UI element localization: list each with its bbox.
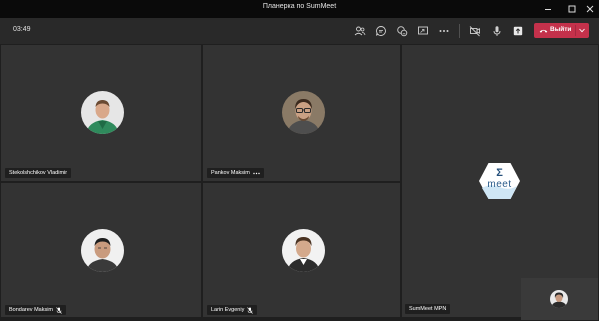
participants-button[interactable] — [353, 24, 367, 38]
share-screen-button[interactable] — [416, 24, 430, 38]
avatar — [282, 229, 325, 272]
self-view-avatar — [550, 290, 568, 308]
title-bar: Планерка по SumMeet — [0, 0, 599, 18]
participant-tile[interactable]: Pankov Maksim — [203, 45, 400, 181]
reactions-icon — [397, 26, 408, 37]
avatar-photo — [282, 229, 325, 272]
avatar-photo — [81, 91, 124, 134]
participant-tile[interactable]: Bondarev Maksim — [1, 183, 201, 317]
participant-name-tag: Larin Evgeniy — [207, 305, 258, 315]
share-screen-icon — [418, 26, 428, 35]
participant-tile[interactable]: Stekolshchikov Vladimir — [1, 45, 201, 181]
minimize-icon — [545, 9, 551, 10]
camera-toggle[interactable] — [468, 24, 482, 38]
reactions-button[interactable] — [395, 24, 409, 38]
logo-wordmark: meet — [487, 179, 512, 190]
window-title: Планерка по SumMeet — [262, 3, 337, 10]
participant-name: Pankov Maksim — [211, 170, 250, 176]
share-content-icon — [513, 26, 523, 36]
logo-symbol: Σ — [496, 167, 503, 179]
avatar-photo — [81, 229, 124, 272]
participants-icon — [354, 26, 366, 36]
avatar — [282, 91, 325, 134]
chat-icon — [376, 26, 386, 36]
participant-name: Stekolshchikov Vladimir — [9, 170, 68, 176]
participant-name-tag: SumMeet MPN — [405, 304, 451, 314]
more-icon[interactable] — [253, 172, 260, 175]
self-view[interactable] — [521, 278, 598, 320]
share-content-button[interactable] — [511, 24, 525, 38]
maximize-icon — [568, 5, 576, 13]
mic-muted-icon — [247, 306, 254, 314]
leave-button[interactable]: Выйти — [534, 23, 589, 38]
participant-name: Bondarev Maksim — [9, 307, 54, 313]
mic-muted-icon — [56, 306, 62, 314]
avatar — [81, 229, 124, 272]
meeting-toolbar: 03:49 Выйти — [0, 18, 599, 44]
more-icon — [439, 30, 449, 32]
chevron-down-icon[interactable] — [579, 28, 585, 33]
participant-name-tag: Stekolshchikov Vladimir — [5, 168, 72, 178]
meeting-window: Планерка по SumMeet 03:49 Выйти Stekolsh… — [0, 0, 599, 321]
minimize-button[interactable] — [538, 0, 558, 18]
microphone-icon — [493, 26, 501, 36]
summeet-logo: Σ meet — [478, 162, 521, 200]
participant-name-tag: Bondarev Maksim — [5, 305, 67, 315]
participant-name-tag: Pankov Maksim — [207, 168, 264, 178]
participant-name: SumMeet MPN — [409, 306, 447, 312]
hang-up-icon — [539, 29, 548, 33]
leave-label: Выйти — [550, 26, 572, 33]
maximize-button[interactable] — [562, 0, 582, 18]
meeting-timer: 03:49 — [13, 26, 31, 33]
microphone-toggle[interactable] — [490, 24, 504, 38]
close-button[interactable] — [580, 0, 599, 18]
toolbar-divider — [459, 24, 460, 38]
leave-divider — [575, 25, 576, 36]
participant-tile[interactable]: Larin Evgeniy — [203, 183, 400, 317]
avatar — [81, 91, 124, 134]
chat-button[interactable] — [374, 24, 388, 38]
more-options-button[interactable] — [437, 24, 451, 38]
close-icon — [586, 5, 594, 13]
avatar-photo — [282, 91, 325, 134]
camera-off-icon — [469, 26, 480, 37]
participant-name: Larin Evgeniy — [211, 307, 245, 313]
